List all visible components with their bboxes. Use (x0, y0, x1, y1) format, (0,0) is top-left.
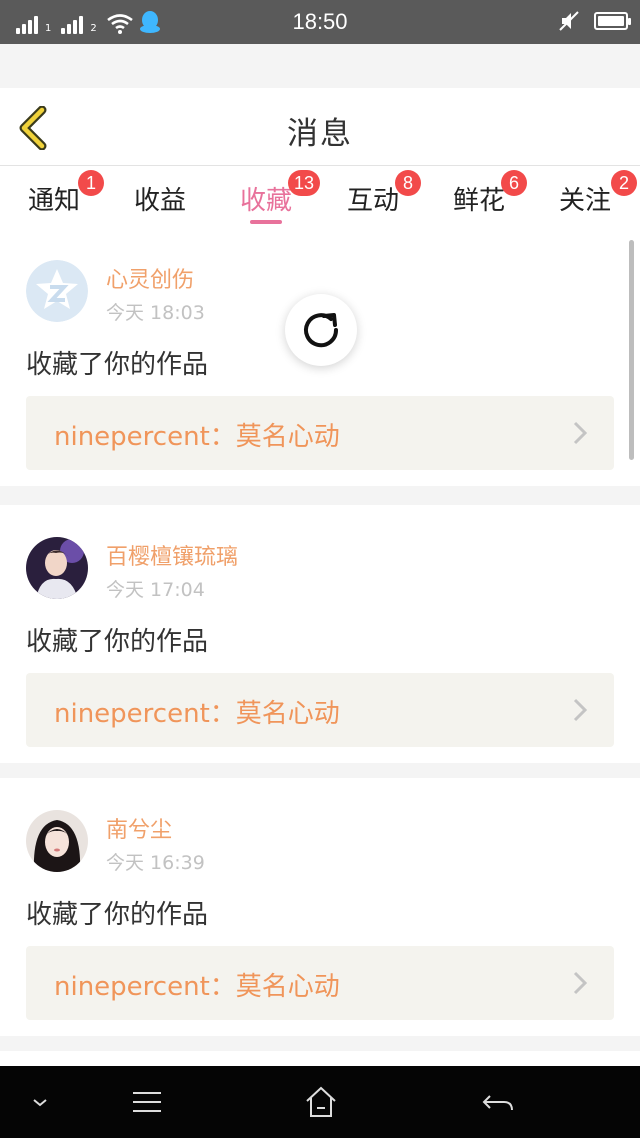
menu-icon (133, 1092, 161, 1112)
action-text: 收藏了你的作品 (26, 627, 209, 657)
menu-button[interactable] (127, 1084, 167, 1120)
status-bar: 1 2 18:50 (0, 0, 640, 44)
refresh-icon (304, 313, 339, 348)
work-link[interactable]: ninepercent：莫名心动 (26, 396, 614, 470)
user-name[interactable]: 心灵创伤 (106, 262, 194, 294)
tab-favorites[interactable]: 收藏 13 (226, 170, 321, 226)
avatar[interactable] (26, 810, 88, 872)
chevron-down-icon (33, 1099, 47, 1107)
count-badge: 8 (395, 170, 421, 196)
clock: 18:50 (292, 9, 348, 34)
user-name[interactable]: 百樱檀镶琉璃 (106, 539, 238, 571)
tab-label: 关注 (558, 186, 611, 216)
work-title: ninepercent：莫名心动 (54, 972, 340, 1002)
work-link[interactable]: ninepercent：莫名心动 (26, 946, 614, 1020)
count-badge: 2 (611, 170, 637, 196)
header: 消息 (0, 88, 640, 166)
chevron-right-icon (573, 971, 588, 995)
action-text: 收藏了你的作品 (26, 350, 209, 380)
active-tab-indicator (250, 220, 282, 224)
top-spacer (0, 44, 640, 88)
tab-flowers[interactable]: 鲜花 6 (439, 170, 527, 226)
tab-bar: 通知 1 收益 收藏 13 互动 8 鲜花 6 关注 2 (0, 166, 640, 228)
tab-notifications[interactable]: 通知 1 (14, 170, 104, 226)
tab-interactions[interactable]: 互动 8 (333, 170, 421, 226)
tab-label: 互动 (346, 186, 399, 216)
work-link[interactable]: ninepercent：莫名心动 (26, 673, 614, 747)
collapse-button[interactable] (20, 1084, 60, 1120)
work-title: ninepercent：莫名心动 (54, 422, 340, 452)
list-item: 百樱檀镶琉璃 今天 17:04 收藏了你的作品 ninepercent：莫名心动 (0, 505, 640, 763)
avatar[interactable] (26, 260, 88, 322)
tab-follows[interactable]: 关注 2 (545, 170, 637, 226)
work-title: ninepercent：莫名心动 (54, 699, 340, 729)
list-item: 南兮尘 今天 16:39 收藏了你的作品 ninepercent：莫名心动 (0, 778, 640, 1036)
tab-earnings[interactable]: 收益 (120, 180, 200, 226)
timestamp: 今天 17:04 (106, 579, 205, 601)
refresh-button[interactable] (285, 294, 357, 366)
navigation-bar (0, 1066, 640, 1138)
count-badge: 13 (288, 170, 321, 196)
mute-icon (559, 11, 579, 31)
timestamp: 今天 16:39 (106, 852, 205, 874)
scrollbar[interactable] (629, 240, 634, 460)
count-badge: 6 (501, 170, 527, 196)
tab-label: 通知 (27, 186, 80, 216)
chevron-right-icon (573, 421, 588, 445)
tab-label: 收藏 (239, 186, 292, 216)
action-text: 收藏了你的作品 (26, 900, 209, 930)
chevron-right-icon (573, 698, 588, 722)
count-badge: 1 (78, 170, 104, 196)
back-nav-button[interactable] (478, 1084, 518, 1120)
home-button[interactable] (301, 1084, 341, 1120)
back-icon (482, 1095, 513, 1111)
battery-icon (594, 12, 631, 30)
page-title: 消息 (287, 116, 353, 152)
tab-label: 收益 (133, 186, 186, 216)
tab-label: 鲜花 (452, 186, 505, 216)
avatar[interactable] (26, 537, 88, 599)
timestamp: 今天 18:03 (106, 302, 205, 324)
home-icon (306, 1086, 336, 1117)
user-name[interactable]: 南兮尘 (106, 812, 172, 844)
